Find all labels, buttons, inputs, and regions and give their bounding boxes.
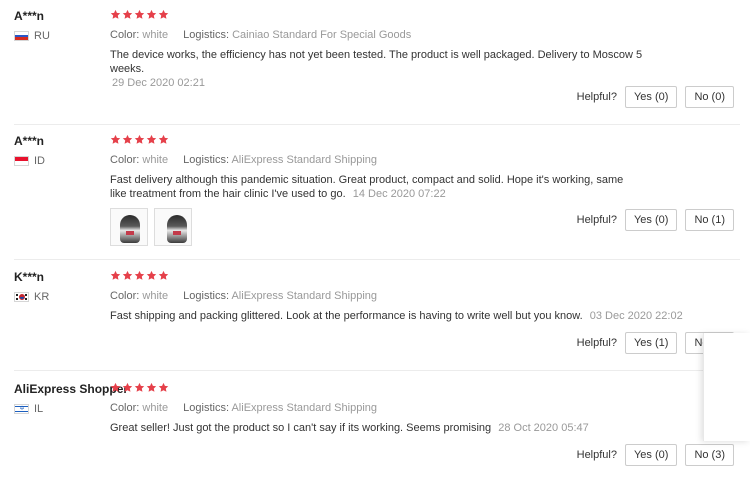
reviewer-info: K***n KR [14,270,106,303]
reviewer-country: RU [14,30,106,42]
review-divider [14,124,740,125]
logistics-label: Logistics: [183,290,230,302]
star-rating [110,134,670,148]
color-label: Color: [110,154,140,166]
star-icon [158,382,169,393]
star-icon [122,382,133,393]
yes-vote-button[interactable]: Yes (0) [624,86,678,108]
color-label: Color: [110,402,140,414]
reviewer-name: AliExpress Shopper [14,382,129,396]
review-text: The device works, the efficiency has not… [110,48,670,90]
star-icon [158,134,169,145]
yes-vote-button[interactable]: Yes (0) [624,209,678,231]
review-content: Color: white Logistics: Cainiao Standard… [110,9,670,90]
review-meta: Color: white Logistics: Cainiao Standard… [110,28,670,42]
yes-vote-button[interactable]: Yes (1) [624,332,678,354]
logistics-label: Logistics: [183,402,230,414]
star-icon [134,9,145,20]
color-label: Color: [110,290,140,302]
no-vote-button[interactable]: No (0) [685,86,734,108]
review-body: Great seller! Just got the product so I … [110,422,492,434]
helpful-votes: Helpful? Yes (0) No (1) [577,209,734,231]
star-icon [158,9,169,20]
color-value: white [142,290,169,302]
reviewer-country: ✡ IL [14,403,106,415]
south-korea-flag-icon [14,292,29,302]
helpful-label: Helpful? [576,337,617,349]
review-text: Fast delivery although this pandemic sit… [110,173,630,201]
star-icon [122,134,133,145]
review-content: Color: white Logistics: AliExpress Stand… [110,382,670,435]
reviewer-info: AliExpress Shopper ✡ IL [14,382,129,415]
review-date: 14 Dec 2020 07:22 [352,188,446,200]
star-icon [134,270,145,281]
helpful-votes: Helpful? Yes (0) No (0) [577,86,734,108]
star-icon [134,382,145,393]
star-icon [122,270,133,281]
reviewer-country: KR [14,291,106,303]
reviewer-name: A***n [14,134,45,148]
star-rating [110,270,670,284]
review-date: 28 Oct 2020 05:47 [498,422,589,434]
reviewer-country: ID [14,155,106,167]
review-photo-thumbnail[interactable] [154,208,192,246]
helpful-label: Helpful? [576,214,617,226]
indonesia-flag-icon [14,156,29,166]
star-icon [134,134,145,145]
star-icon [146,382,157,393]
review-meta: Color: white Logistics: AliExpress Stand… [110,153,670,167]
color-value: white [142,154,169,166]
helpful-votes: Helpful? Yes (0) No (3) [577,444,734,466]
star-icon [146,270,157,281]
star-icon [110,382,121,393]
helpful-label: Helpful? [576,91,617,103]
review-text: Great seller! Just got the product so I … [110,421,670,435]
russia-flag-icon [14,31,29,41]
star-icon [110,9,121,20]
star-icon [146,9,157,20]
reviewer-info: A***n ID [14,134,106,167]
no-vote-button[interactable]: No (3) [685,444,734,466]
logistics-value: AliExpress Standard Shipping [231,290,377,302]
logistics-value: Cainiao Standard For Special Goods [232,29,412,41]
country-code: ID [34,155,45,167]
logistics-label: Logistics: [183,154,230,166]
star-rating [110,9,670,23]
logistics-label: Logistics: [183,29,230,41]
star-icon [158,270,169,281]
country-code: KR [34,291,50,303]
reviewer-name: A***n [14,9,45,23]
country-code: RU [34,30,50,42]
israel-flag-icon: ✡ [14,404,29,414]
review-divider [14,259,740,260]
no-vote-button[interactable]: No (1) [685,209,734,231]
review-meta: Color: white Logistics: AliExpress Stand… [110,401,670,415]
star-icon [110,134,121,145]
helpful-label: Helpful? [576,449,617,461]
review-photo-thumbnail[interactable] [110,208,148,246]
review-text: Fast shipping and packing glittered. Loo… [110,309,710,323]
review-body: The device works, the efficiency has not… [110,49,643,75]
logistics-value: AliExpress Standard Shipping [231,154,377,166]
color-label: Color: [110,29,140,41]
review-body: Fast shipping and packing glittered. Loo… [110,310,583,322]
star-icon [146,134,157,145]
yes-vote-button[interactable]: Yes (0) [624,444,678,466]
reviewer-name: K***n [14,270,45,284]
reviewer-info: A***n RU [14,9,106,42]
review-meta: Color: white Logistics: AliExpress Stand… [110,289,670,303]
star-icon [110,270,121,281]
country-code: IL [34,403,44,415]
logistics-value: AliExpress Standard Shipping [231,402,377,414]
review-divider [14,370,740,371]
review-content: Color: white Logistics: AliExpress Stand… [110,270,683,323]
color-value: white [142,402,169,414]
review-date: 03 Dec 2020 22:02 [589,310,683,322]
review-date: 29 Dec 2020 02:21 [112,77,205,89]
star-icon [122,9,133,20]
color-value: white [142,29,169,41]
floating-side-panel [703,333,750,441]
star-rating [110,382,670,396]
